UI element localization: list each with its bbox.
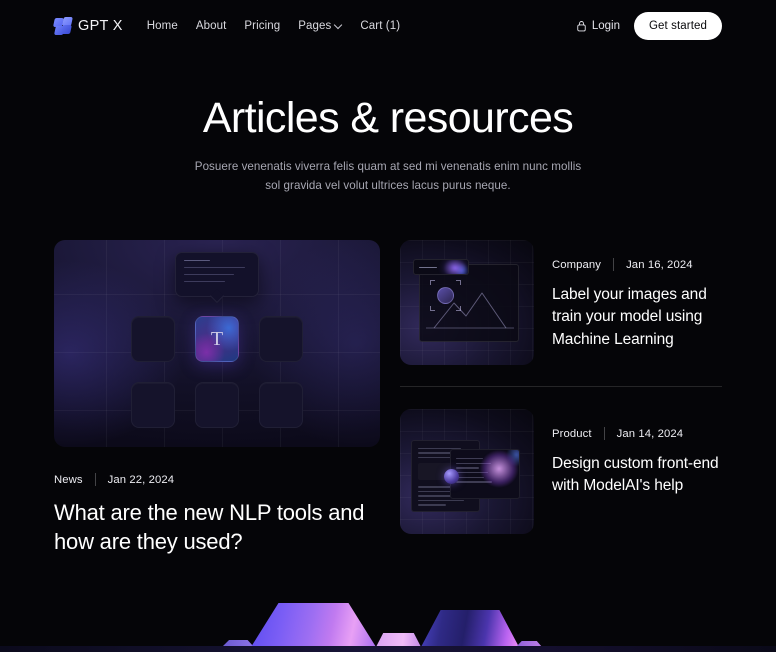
nav-right-group: Login Get started (576, 11, 722, 40)
labeling-toolbar (413, 259, 469, 275)
get-started-button[interactable]: Get started (634, 11, 722, 40)
page-root: GPT X Home About Pricing Pages Cart (1) … (0, 0, 776, 652)
side-article-meta-2: Product Jan 14, 2024 (552, 427, 722, 440)
meta-separator (603, 427, 605, 440)
featured-article-title[interactable]: What are the new NLP tools and how are t… (54, 498, 380, 556)
footer-shape-secondary (421, 610, 519, 647)
login-label: Login (591, 19, 620, 32)
featured-article-image[interactable]: T (54, 240, 380, 447)
meta-separator (613, 258, 615, 271)
footer-shape-pink (376, 633, 421, 647)
nav-links: Home About Pricing Pages Cart (1) (147, 20, 400, 32)
brand-logo[interactable]: GPT X (53, 17, 123, 34)
illustration-tooltip (175, 252, 259, 297)
page-subtitle: Posuere venenatis viverra felis quam at … (194, 160, 582, 193)
side-article-date-1: Jan 16, 2024 (626, 258, 693, 271)
side-article-category-2: Product (552, 427, 592, 440)
side-article-thumbnail-1[interactable] (400, 240, 534, 365)
illustration-tile (195, 382, 239, 428)
side-article-card-1[interactable]: Company Jan 16, 2024 Label your images a… (400, 240, 722, 365)
design-preview-card (450, 449, 520, 499)
nav-link-home-label: Home (146, 19, 178, 32)
illustration-tile-grid: T (131, 316, 303, 428)
illustration-tile-label: T (210, 328, 224, 350)
labeling-panel (419, 264, 519, 342)
nav-link-cart[interactable]: Cart (1) (360, 20, 400, 32)
nav-link-pages[interactable]: Pages (298, 20, 342, 32)
featured-article-category: News (54, 473, 83, 486)
nav-left-group: GPT X Home About Pricing Pages Cart (1) (53, 17, 400, 34)
nav-link-pages-label: Pages (298, 19, 332, 32)
design-orb-icon (444, 469, 459, 484)
nav-link-pricing-label: Pricing (244, 19, 281, 32)
illustration-tile (131, 316, 175, 362)
articles-section: T News Jan 22, 2024 What are the new NLP… (54, 240, 722, 556)
illustration-tile-accent: T (195, 316, 239, 362)
side-article-text-2: Product Jan 14, 2024 Design custom front… (552, 409, 722, 498)
side-article-title-1[interactable]: Label your images and train your model u… (552, 284, 722, 351)
top-navigation-bar: GPT X Home About Pricing Pages Cart (1) … (0, 0, 776, 51)
nebula-glow (473, 450, 519, 494)
side-article-text-1: Company Jan 16, 2024 Label your images a… (552, 240, 722, 351)
illustration-tile (131, 382, 175, 428)
side-article-meta-1: Company Jan 16, 2024 (552, 258, 722, 271)
side-article-category-1: Company (552, 258, 602, 271)
illustration-tile (259, 316, 303, 362)
nav-link-cart-label: Cart (1) (360, 19, 401, 32)
side-article-title-2[interactable]: Design custom front-end with ModelAI's h… (552, 453, 722, 498)
featured-article-date: Jan 22, 2024 (107, 473, 175, 486)
meta-separator (94, 473, 96, 486)
footer-base-strip (0, 646, 776, 652)
illustration-tile (259, 382, 303, 428)
lock-icon (577, 20, 586, 31)
featured-article-card[interactable]: T News Jan 22, 2024 What are the new NLP… (54, 240, 380, 556)
chevron-down-icon (335, 21, 342, 28)
nav-link-home[interactable]: Home (147, 20, 178, 32)
side-article-date-2: Jan 14, 2024 (616, 427, 684, 440)
toolbar-glow (438, 260, 468, 274)
selection-handles-icon (430, 280, 461, 311)
featured-article-meta: News Jan 22, 2024 (54, 473, 380, 486)
brand-name: GPT X (78, 17, 123, 34)
hero-section: Articles & resources Posuere venenatis v… (0, 95, 776, 196)
side-article-card-2[interactable]: Product Jan 14, 2024 Design custom front… (400, 409, 722, 534)
login-button[interactable]: Login (576, 20, 620, 32)
footer-decoration (0, 590, 776, 652)
page-title: Articles & resources (202, 94, 574, 142)
article-divider (400, 386, 722, 387)
side-article-thumbnail-2[interactable] (400, 409, 534, 534)
nav-link-pricing[interactable]: Pricing (244, 20, 280, 32)
nav-link-about-label: About (195, 19, 227, 32)
gptx-logo-icon (53, 17, 72, 34)
footer-shape-primary (251, 603, 376, 647)
side-articles-list: Company Jan 16, 2024 Label your images a… (400, 240, 722, 556)
nav-link-about[interactable]: About (196, 20, 227, 32)
